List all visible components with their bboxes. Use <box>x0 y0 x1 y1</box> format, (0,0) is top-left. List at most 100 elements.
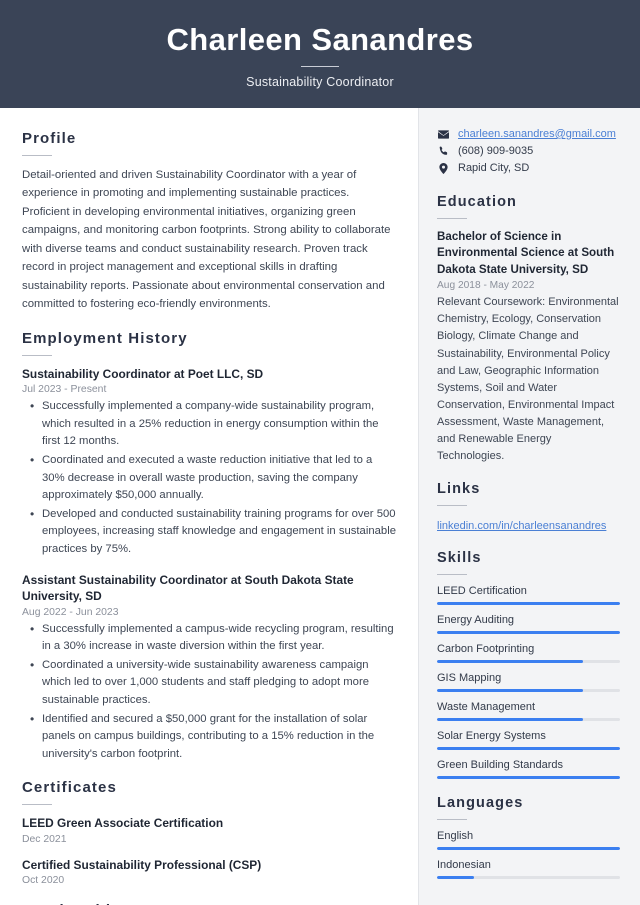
language-item: English <box>437 830 620 850</box>
section-divider <box>437 218 467 219</box>
job-bullet: Successfully implemented a campus-wide r… <box>22 619 396 656</box>
phone-number: (608) 909-9035 <box>458 145 534 157</box>
main-column: Profile Detail-oriented and driven Susta… <box>0 108 418 905</box>
section-divider <box>22 354 52 356</box>
employment-entry: Assistant Sustainability Coordinator at … <box>22 572 396 764</box>
skill-item: Solar Energy Systems <box>437 730 620 750</box>
phone-icon <box>437 146 450 156</box>
section-divider <box>437 504 467 506</box>
skill-bar-fill <box>437 717 584 721</box>
skill-bar-track <box>437 717 620 721</box>
language-item: Indonesian <box>437 859 620 879</box>
skill-bar-fill <box>437 659 584 663</box>
language-bar-fill <box>437 846 620 850</box>
resume-header: Charleen Sanandres Sustainability Coordi… <box>0 0 640 108</box>
links-section: Links linkedin.com/in/charleensanandres <box>437 481 620 534</box>
certificates-heading: Certificates <box>22 779 117 797</box>
contact-phone-row: (608) 909-9035 <box>437 145 620 157</box>
skill-bar-track <box>437 659 620 663</box>
languages-section: Languages English Indonesian <box>437 795 620 879</box>
job-bullet: Developed and conducted sustainability t… <box>22 505 396 559</box>
skills-heading: Skills <box>437 549 482 566</box>
skill-bar-track <box>437 746 620 750</box>
profile-text: Detail-oriented and driven Sustainabilit… <box>22 169 391 311</box>
coursework-text: Relevant Coursework: Environmental Chemi… <box>437 296 619 462</box>
profile-heading: Profile <box>22 130 77 147</box>
linkedin-link[interactable]: linkedin.com/in/charleensanandres <box>437 520 606 532</box>
sidebar-column: charleen.sanandres@gmail.com (608) 909-9… <box>418 108 640 905</box>
skill-bar-fill <box>437 601 620 605</box>
links-heading: Links <box>437 480 481 497</box>
language-label: English <box>437 829 474 842</box>
language-bar-fill <box>437 875 474 879</box>
certificate-title: LEED Green Associate Certification <box>22 816 224 831</box>
header-divider <box>301 66 339 68</box>
employment-section: Employment History Sustainability Coordi… <box>22 330 396 764</box>
section-divider <box>22 804 52 806</box>
job-bullet: Coordinated a university-wide sustainabi… <box>22 656 396 710</box>
skill-bar-fill <box>437 775 620 779</box>
profile-section: Profile Detail-oriented and driven Susta… <box>22 130 396 314</box>
education-heading: Education <box>437 194 517 210</box>
section-divider <box>437 818 467 820</box>
skills-section: Skills LEED Certification Energy Auditin… <box>437 550 620 779</box>
certificate-entry: LEED Green Associate Certification Dec 2… <box>22 815 396 844</box>
skill-bar-fill <box>437 630 620 634</box>
job-bullet: Identified and secured a $50,000 grant f… <box>22 710 396 764</box>
map-pin-icon <box>437 162 450 174</box>
section-divider <box>437 573 467 575</box>
skill-bar-track <box>437 630 620 634</box>
skill-item: GIS Mapping <box>437 672 620 692</box>
job-title: Assistant Sustainability Coordinator at … <box>22 572 354 604</box>
degree-title: Bachelor of Science in Environmental Sci… <box>437 230 615 276</box>
skill-bar-fill <box>437 746 620 750</box>
skill-item: Waste Management <box>437 701 620 721</box>
skill-bar-track <box>437 775 620 779</box>
skill-label: Carbon Footprinting <box>437 642 535 655</box>
resume-page: Charleen Sanandres Sustainability Coordi… <box>0 0 640 905</box>
certificate-title: Certified Sustainability Professional (C… <box>22 857 262 872</box>
language-bar-track <box>437 846 620 850</box>
candidate-name: Charleen Sanandres <box>166 21 474 57</box>
languages-heading: Languages <box>437 794 524 811</box>
certificate-entry: Certified Sustainability Professional (C… <box>22 857 396 886</box>
skill-label: Waste Management <box>437 700 536 713</box>
skill-label: Green Building Standards <box>437 758 563 771</box>
skill-item: LEED Certification <box>437 585 620 605</box>
job-bullets: Successfully implemented a company-wide … <box>22 397 396 559</box>
skill-item: Carbon Footprinting <box>437 643 620 663</box>
envelope-icon <box>437 129 450 139</box>
skill-label: LEED Certification <box>437 584 527 597</box>
language-label: Indonesian <box>437 858 491 871</box>
section-divider <box>22 155 52 156</box>
contact-email-row[interactable]: charleen.sanandres@gmail.com <box>437 128 620 140</box>
contact-block: charleen.sanandres@gmail.com (608) 909-9… <box>437 128 620 174</box>
candidate-job-title: Sustainability Coordinator <box>246 75 394 90</box>
skill-label: Energy Auditing <box>437 613 515 626</box>
languages-list: English Indonesian <box>437 830 620 879</box>
employment-entry: Sustainability Coordinator at Poet LLC, … <box>22 366 396 559</box>
skill-label: GIS Mapping <box>437 671 502 684</box>
skill-bar-track <box>437 601 620 605</box>
resume-body: Profile Detail-oriented and driven Susta… <box>0 108 640 905</box>
job-bullets: Successfully implemented a campus-wide r… <box>22 619 396 764</box>
job-bullet: Coordinated and executed a waste reducti… <box>22 451 396 505</box>
certificate-date: Dec 2021 <box>22 833 67 845</box>
certificates-section: Certificates LEED Green Associate Certif… <box>22 779 396 886</box>
language-bar-track <box>437 875 620 879</box>
skill-label: Solar Energy Systems <box>437 729 546 742</box>
contact-location-row: Rapid City, SD <box>437 162 620 174</box>
skills-list: LEED Certification Energy Auditing Carbo… <box>437 585 620 779</box>
employment-heading: Employment History <box>22 329 188 347</box>
job-date: Aug 2022 - Jun 2023 <box>22 606 119 618</box>
skill-bar-fill <box>437 688 584 692</box>
job-title: Sustainability Coordinator at Poet LLC, … <box>22 366 264 381</box>
skill-item: Energy Auditing <box>437 614 620 634</box>
education-section: Education Bachelor of Science in Environ… <box>437 194 620 465</box>
skill-bar-track <box>437 688 620 692</box>
job-date: Jul 2023 - Present <box>22 384 107 396</box>
job-bullet: Successfully implemented a company-wide … <box>22 397 396 451</box>
degree-date: Aug 2018 - May 2022 <box>437 280 535 292</box>
location-text: Rapid City, SD <box>458 162 530 174</box>
email-link[interactable]: charleen.sanandres@gmail.com <box>458 128 616 140</box>
